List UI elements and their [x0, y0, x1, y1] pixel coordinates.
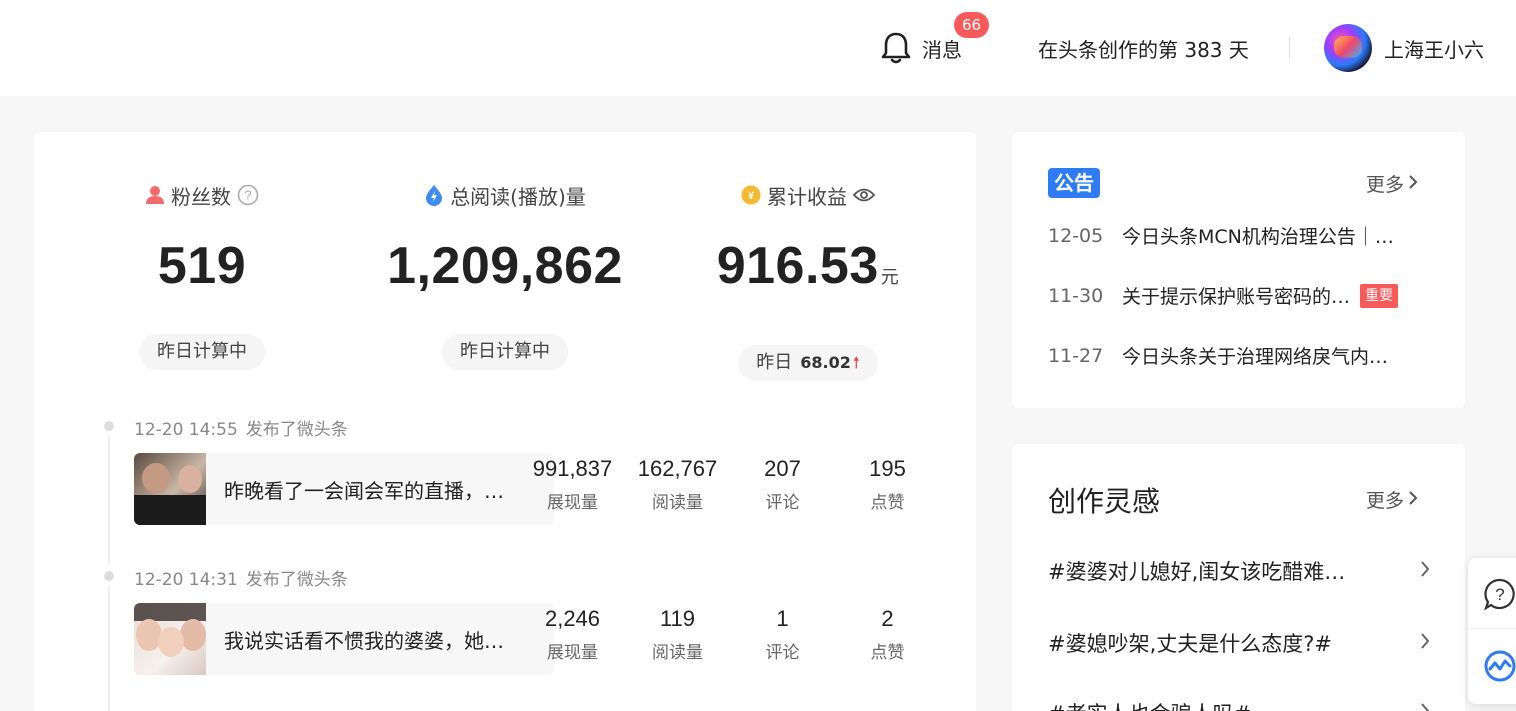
inspiration-item[interactable]: #婆婆对儿媳好,闺女该吃醋难…	[1048, 556, 1430, 586]
post-metric-likes: 2 点赞	[870, 606, 905, 663]
inspiration-more-link[interactable]: 更多	[1366, 486, 1418, 513]
post-time: 12-20 14:55 发布了微头条	[134, 420, 348, 440]
post-metric-impressions: 991,837 展现量	[532, 456, 613, 513]
announcement-item[interactable]: 11-27 今日头条关于治理网络戾气内…	[1048, 342, 1428, 369]
eye-icon[interactable]	[853, 187, 875, 203]
announcement-item[interactable]: 11-30 关于提示保护账号密码的… 重要	[1048, 282, 1428, 309]
announcement-tag: 公告	[1048, 168, 1100, 198]
post-metric-likes: 195 点赞	[869, 456, 906, 513]
inspiration-card: 创作灵感 更多 #婆婆对儿媳好,闺女该吃醋难… #婆媳吵架,丈夫是什么态度?# …	[1012, 444, 1465, 711]
income-unit: 元	[880, 267, 900, 287]
reads-label: 总阅读(播放)量	[450, 184, 586, 209]
post-metric-reads: 162,767 阅读量	[637, 456, 718, 513]
svg-text:?: ?	[244, 188, 251, 203]
creation-days-text: 在头条创作的第 383 天	[1038, 38, 1249, 62]
income-label: 累计收益	[767, 184, 847, 209]
inspiration-title: 创作灵感	[1048, 485, 1161, 518]
chevron-right-icon	[1420, 560, 1430, 582]
announcement-card: 公告 更多 12-05 今日头条MCN机构治理公告｜… 11-30 关于提示保护…	[1012, 132, 1465, 408]
chevron-right-icon	[1404, 173, 1418, 195]
overview-card: 粉丝数 ? 519 昨日计算中 总阅读(播放)量 1,209,862 昨日计算中…	[34, 132, 976, 711]
reads-value: 1,209,862	[387, 237, 623, 295]
help-icon[interactable]: ?	[237, 184, 259, 206]
reads-sub: 昨日计算中	[442, 334, 568, 370]
timeline-dot	[104, 571, 114, 581]
announcement-more-link[interactable]: 更多	[1366, 170, 1418, 197]
post-item[interactable]: 我说实话看不惯我的婆婆，她…	[134, 603, 554, 675]
float-divider	[1468, 628, 1516, 629]
data-tool-icon[interactable]	[1480, 646, 1516, 686]
timeline-line	[108, 586, 110, 711]
chevron-right-icon	[1420, 702, 1430, 711]
income-stat: ¥ 累计收益 916.53 元 昨日 68.02 🠕	[658, 182, 958, 381]
header-divider	[1289, 36, 1290, 58]
timeline-line	[108, 436, 110, 564]
post-time: 12-20 14:31 发布了微头条	[134, 570, 348, 590]
arrow-up-icon: 🠕	[852, 353, 860, 372]
fans-sub: 昨日计算中	[139, 334, 265, 370]
fans-label: 粉丝数	[171, 184, 231, 209]
post-metric-comments: 1 评论	[765, 606, 800, 663]
post-item[interactable]: 昨晚看了一会闻会军的直播，…	[134, 453, 554, 525]
username[interactable]: 上海王小六	[1384, 34, 1484, 63]
announcement-item[interactable]: 12-05 今日头条MCN机构治理公告｜…	[1048, 222, 1428, 249]
post-title: 我说实话看不惯我的婆婆，她…	[224, 628, 504, 653]
fans-stat: 粉丝数 ? 519 昨日计算中	[52, 182, 352, 370]
chevron-right-icon	[1420, 632, 1430, 654]
post-thumbnail	[134, 453, 206, 525]
bell-icon	[880, 31, 912, 65]
help-bubble-icon[interactable]: ?	[1480, 574, 1516, 614]
chevron-right-icon	[1404, 489, 1418, 511]
lightning-icon	[424, 184, 444, 206]
svg-text:?: ?	[1495, 585, 1504, 604]
income-value: 916.53 元	[716, 237, 900, 295]
post-metric-impressions: 2,246 展现量	[544, 606, 601, 663]
income-sub-label: 昨日	[756, 352, 793, 373]
messages-button[interactable]: 消息 66	[880, 12, 990, 66]
reads-stat: 总阅读(播放)量 1,209,862 昨日计算中	[355, 182, 655, 370]
post-metric-comments: 207 评论	[764, 456, 801, 513]
svg-text:¥: ¥	[748, 190, 755, 202]
fans-value: 519	[157, 237, 247, 295]
messages-label: 消息	[922, 37, 962, 62]
important-badge: 重要	[1360, 283, 1399, 308]
income-sub-value: 68.02	[800, 353, 851, 372]
messages-badge: 66	[954, 12, 990, 38]
user-icon	[145, 185, 165, 205]
floating-toolbar: ?	[1468, 558, 1516, 704]
post-thumbnail	[134, 603, 206, 675]
timeline-dot	[104, 421, 114, 431]
top-header: 消息 66 在头条创作的第 383 天 上海王小六	[0, 0, 1516, 96]
post-title: 昨晚看了一会闻会军的直播，…	[224, 478, 504, 503]
inspiration-item[interactable]: #婆媳吵架,丈夫是什么态度?#	[1048, 628, 1430, 658]
income-sub: 昨日 68.02 🠕	[738, 345, 878, 381]
avatar[interactable]	[1324, 24, 1372, 72]
post-metric-reads: 119 阅读量	[652, 606, 703, 663]
coin-icon: ¥	[741, 185, 761, 205]
inspiration-item[interactable]: #老实人也会骗人吗#	[1048, 698, 1430, 711]
